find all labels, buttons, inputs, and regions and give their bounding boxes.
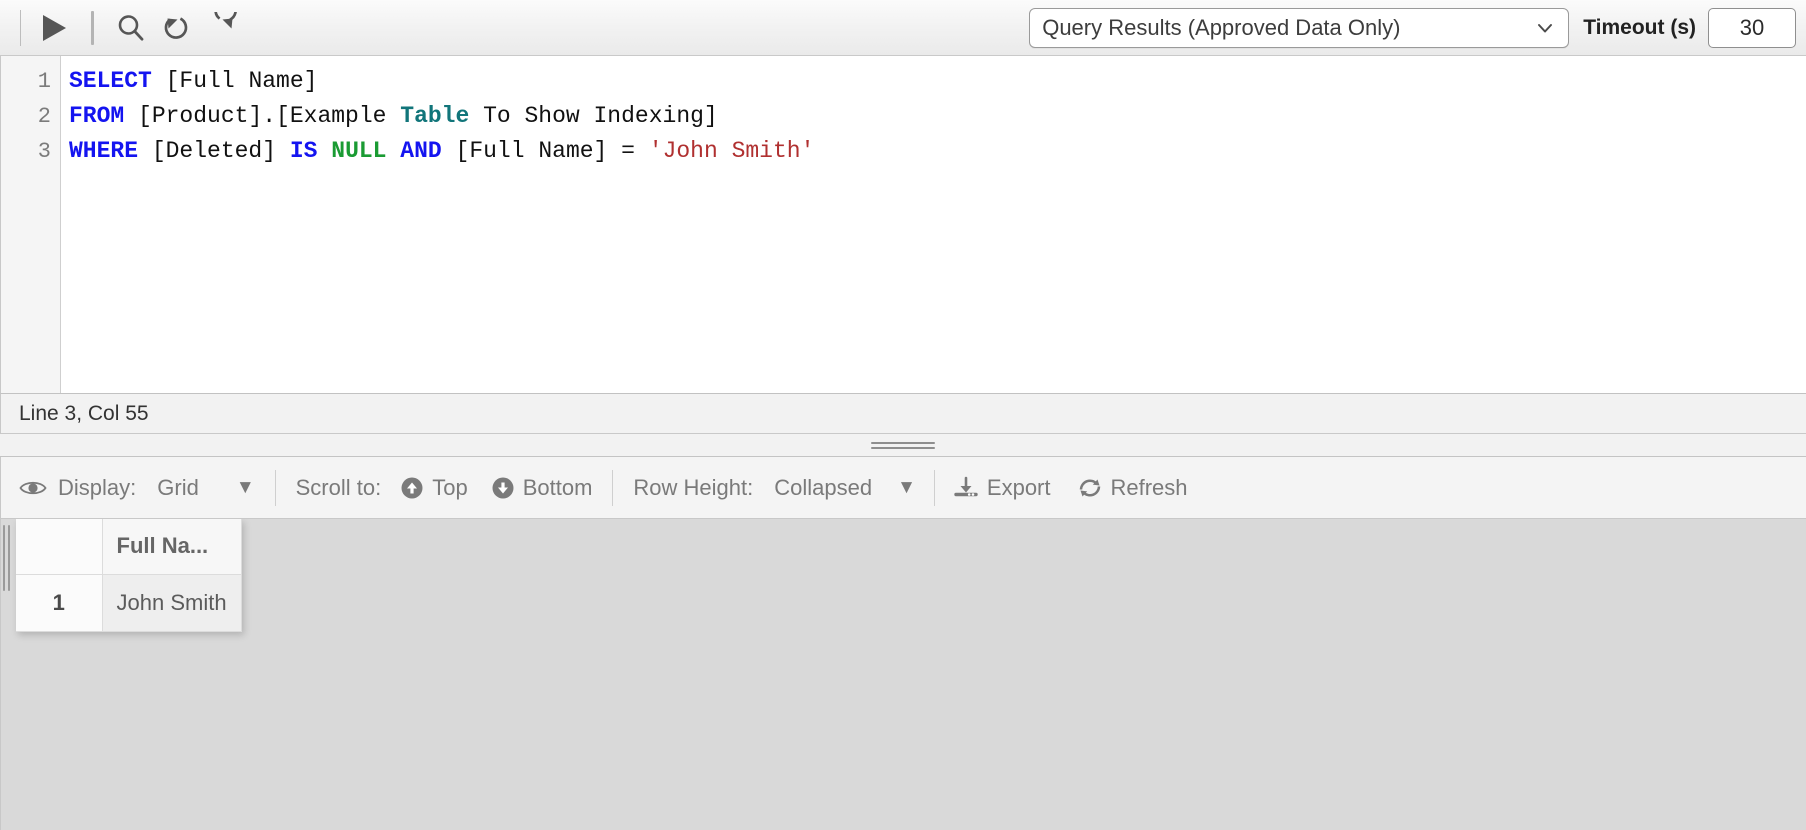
redo-icon	[207, 11, 239, 44]
sql-code-area[interactable]: SELECT [Full Name] FROM [Product].[Examp…	[61, 56, 1806, 393]
refresh-icon	[1077, 476, 1103, 500]
row-height-caret-icon[interactable]: ▼	[897, 477, 916, 499]
table-cell[interactable]: John Smith	[101, 573, 242, 632]
line-number: 3	[37, 139, 51, 164]
code-token-kw: SELECT	[69, 68, 152, 94]
results-toolbar-divider	[933, 469, 935, 506]
circle-arrow-down-icon	[491, 476, 515, 500]
row-number-cell[interactable]: 1	[16, 573, 103, 632]
display-mode-group[interactable]: Display: Grid ▼	[19, 475, 255, 501]
code-token-plain: [Deleted]	[138, 138, 290, 164]
run-query-button[interactable]	[31, 5, 77, 51]
line-number: 1	[37, 69, 51, 94]
results-toolbar-divider	[274, 469, 276, 506]
row-height-group[interactable]: Row Height: Collapsed ▼	[633, 475, 916, 501]
code-token-plain: [Product].[Example	[124, 103, 401, 129]
results-area: Full Na... 1 John Smith	[0, 519, 1806, 830]
display-caret-icon[interactable]: ▼	[236, 477, 255, 499]
row-height-label: Row Height:	[633, 474, 754, 500]
code-token-null: NULL	[331, 138, 387, 164]
result-mode-select[interactable]: Query Results (Approved Data Only)	[1029, 7, 1570, 48]
redo-button[interactable]	[200, 5, 246, 51]
horizontal-splitter[interactable]	[0, 434, 1806, 457]
refresh-button[interactable]: Refresh	[1077, 475, 1188, 501]
scroll-to-group: Scroll to: Top Bottom	[296, 475, 593, 501]
table-header-row: Full Na...	[16, 519, 242, 575]
result-mode-selected-label: Query Results (Approved Data Only)	[1042, 14, 1401, 40]
sql-editor[interactable]: 1 2 3 SELECT [Full Name] FROM [Product].…	[0, 56, 1806, 394]
results-toolbar-divider	[612, 469, 614, 506]
timeout-input[interactable]	[1708, 7, 1796, 48]
vertical-splitter-grip[interactable]	[3, 525, 10, 591]
results-grid[interactable]: Full Na... 1 John Smith	[16, 519, 242, 632]
results-toolbar: Display: Grid ▼ Scroll to: Top Bottom Ro…	[0, 457, 1806, 519]
code-token-str: 'John Smith'	[648, 138, 815, 164]
sql-query-tool-window: Query Results (Approved Data Only) Timeo…	[0, 0, 1806, 830]
circle-arrow-up-icon	[400, 476, 424, 500]
column-header-full-name[interactable]: Full Na...	[101, 519, 242, 575]
scroll-to-top-button[interactable]: Top	[400, 474, 468, 501]
toolbar-left-rule	[20, 9, 21, 46]
refresh-label: Refresh	[1110, 474, 1188, 500]
code-line[interactable]: WHERE [Deleted] IS NULL AND [Full Name] …	[69, 134, 1806, 169]
code-token-kw: IS	[289, 138, 318, 164]
results-grid-body: 1 John Smith	[16, 573, 242, 632]
table-row[interactable]: 1 John Smith	[16, 573, 242, 632]
code-token-plain: [Full Name]	[151, 68, 318, 94]
result-mode-select-box[interactable]: Query Results (Approved Data Only)	[1029, 7, 1570, 48]
chevron-down-icon	[1534, 17, 1556, 39]
code-token-plain: To Show Indexing]	[469, 103, 718, 129]
scroll-to-bottom-button[interactable]: Bottom	[491, 474, 593, 501]
undo-button[interactable]	[154, 5, 200, 51]
code-token-type: Table	[400, 103, 470, 129]
caret-position-label: Line 3, Col 55	[19, 401, 149, 425]
main-toolbar: Query Results (Approved Data Only) Timeo…	[0, 0, 1806, 56]
line-number: 2	[37, 104, 51, 129]
play-icon	[40, 13, 68, 43]
row-height-value[interactable]: Collapsed	[774, 475, 872, 501]
search-button[interactable]	[108, 5, 154, 51]
splitter-grip-icon	[871, 441, 935, 449]
download-icon	[953, 476, 979, 500]
code-token-kw: AND	[400, 138, 442, 164]
toolbar-separator	[91, 10, 94, 45]
search-icon	[115, 12, 147, 44]
timeout-label: Timeout (s)	[1583, 15, 1696, 39]
scroll-to-bottom-label: Bottom	[522, 474, 593, 500]
display-label: Display:	[58, 474, 137, 500]
grid-corner-cell	[16, 519, 103, 575]
code-line[interactable]: SELECT [Full Name]	[69, 64, 1806, 99]
results-grid-head: Full Na...	[16, 519, 242, 575]
export-button[interactable]: Export	[953, 475, 1051, 501]
editor-status-bar: Line 3, Col 55	[0, 394, 1806, 434]
code-token-kw: FROM	[69, 103, 125, 129]
code-token-kw: WHERE	[69, 138, 139, 164]
scroll-to-top-label: Top	[432, 474, 468, 500]
eye-icon	[19, 478, 47, 498]
line-number-gutter: 1 2 3	[1, 56, 61, 393]
undo-icon	[161, 12, 193, 44]
scroll-to-label: Scroll to:	[295, 474, 382, 500]
code-token-plain: [Full Name] =	[441, 138, 649, 164]
display-value[interactable]: Grid	[157, 475, 199, 501]
export-label: Export	[986, 474, 1051, 500]
code-line[interactable]: FROM [Product].[Example Table To Show In…	[69, 99, 1806, 134]
